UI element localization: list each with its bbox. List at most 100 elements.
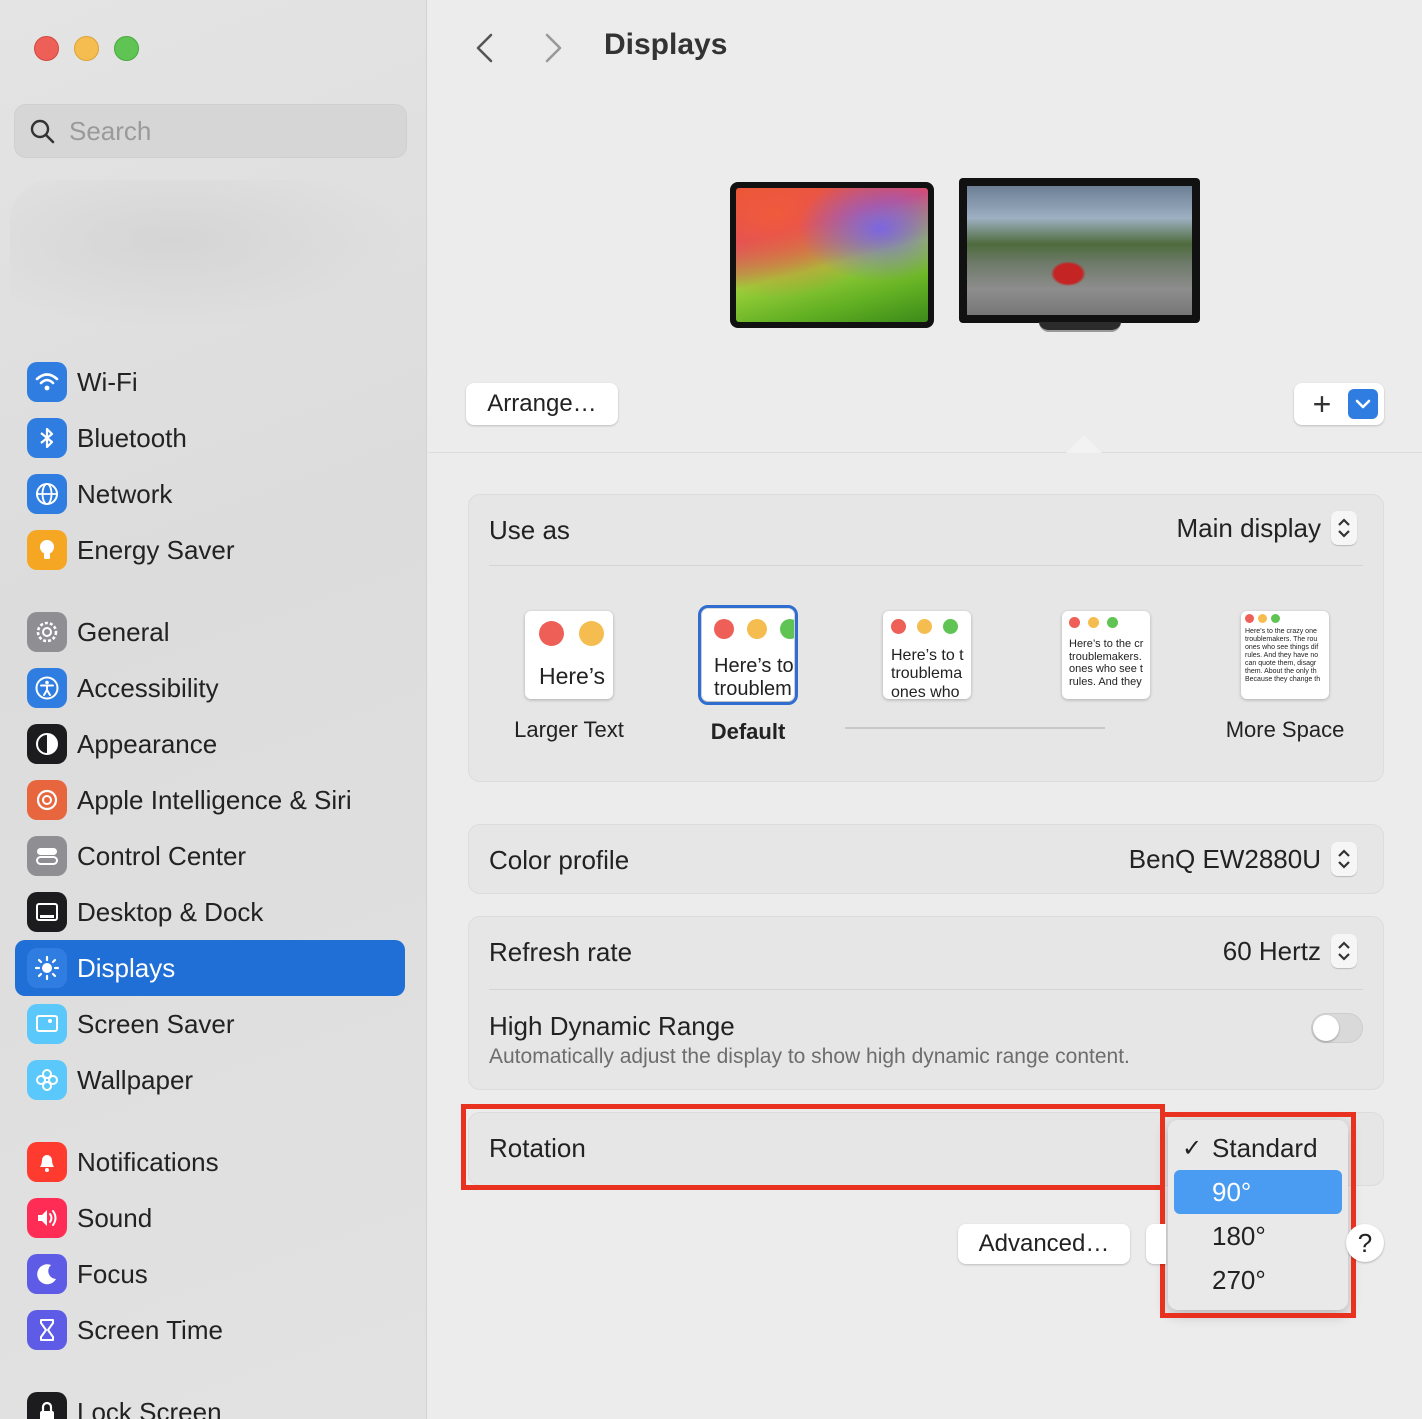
resolution-preview: Here’s to t troublema ones who bbox=[883, 611, 971, 699]
resolution-sample-text: Here’s to troublem bbox=[714, 655, 794, 700]
sidebar-item-control-center[interactable]: Control Center bbox=[15, 828, 405, 884]
sidebar-item-notifications[interactable]: Notifications bbox=[15, 1134, 405, 1190]
forward-button[interactable] bbox=[536, 30, 572, 66]
sidebar-item-label: Screen Saver bbox=[77, 1008, 235, 1039]
resolution-option[interactable]: Here’s to troublem Default bbox=[678, 605, 818, 745]
add-display-button[interactable]: + bbox=[1294, 383, 1384, 425]
wallpaper-preview bbox=[736, 188, 928, 322]
control-center-icon bbox=[27, 836, 67, 876]
sidebar-item-wi-fi[interactable]: Wi-Fi bbox=[15, 354, 405, 410]
sidebar-item-desktop-dock[interactable]: Desktop & Dock bbox=[15, 884, 405, 940]
sidebar: Wi-Fi Bluetooth Network Energy Saver General… bbox=[0, 0, 427, 1419]
hdr-label: High Dynamic Range bbox=[489, 1011, 735, 1041]
window-dot bbox=[917, 619, 932, 634]
window-dot bbox=[1258, 614, 1267, 623]
sidebar-item-accessibility[interactable]: Accessibility bbox=[15, 660, 405, 716]
monitor-stand bbox=[1039, 322, 1121, 332]
up-down-chevron-icon bbox=[1331, 511, 1357, 545]
sidebar-item-label: General bbox=[77, 616, 170, 647]
color-profile-card: Color profile BenQ EW2880U bbox=[468, 824, 1384, 894]
resolution-slider-track[interactable] bbox=[845, 727, 1105, 729]
appearance-icon bbox=[27, 724, 67, 764]
resolution-sample-text: Here’s to t troublema ones who bbox=[891, 647, 964, 699]
sidebar-item-lock-screen[interactable]: Lock Screen bbox=[15, 1384, 405, 1419]
resolution-preview: Here’s to the crazy one troublemakers. T… bbox=[1241, 611, 1329, 699]
sidebar-item-label: Energy Saver bbox=[77, 534, 235, 565]
sidebar-item-label: Focus bbox=[77, 1258, 148, 1289]
sidebar-item-label: Accessibility bbox=[77, 672, 219, 703]
sidebar-item-focus[interactable]: Focus bbox=[15, 1246, 405, 1302]
sidebar-item-label: Notifications bbox=[77, 1146, 219, 1177]
search-icon bbox=[30, 119, 55, 144]
sidebar-item-label: Network bbox=[77, 478, 173, 509]
annotation-highlight-rotation bbox=[461, 1104, 1165, 1190]
window-dot bbox=[747, 619, 767, 639]
globe-icon bbox=[27, 474, 67, 514]
window-dot bbox=[780, 619, 794, 639]
refresh-rate-card: Refresh rate 60 Hertz High Dynamic Range… bbox=[468, 916, 1384, 1090]
sidebar-item-label: Control Center bbox=[77, 840, 247, 871]
resolution-option[interactable]: Here’s to t troublema ones who bbox=[857, 611, 997, 743]
sidebar-item-sound[interactable]: Sound bbox=[15, 1190, 405, 1246]
window-controls bbox=[34, 36, 139, 61]
minimize-window-button[interactable] bbox=[74, 36, 99, 61]
back-button[interactable] bbox=[466, 30, 502, 66]
use-as-popup[interactable]: Main display bbox=[1176, 511, 1357, 545]
sidebar-item-screen-saver[interactable]: Screen Saver bbox=[15, 996, 405, 1052]
sidebar-item-label: Bluetooth bbox=[77, 422, 187, 453]
sidebar-item-label: Displays bbox=[77, 952, 176, 983]
resolution-sample-text: Here’s bbox=[539, 663, 606, 689]
up-down-chevron-icon bbox=[1331, 934, 1357, 968]
up-down-chevron-icon bbox=[1331, 842, 1357, 876]
toggle-knob bbox=[1313, 1015, 1339, 1041]
sidebar-item-label: Apple Intelligence & Siri bbox=[77, 784, 352, 815]
divider bbox=[489, 989, 1363, 990]
window-dot bbox=[714, 619, 734, 639]
night-shift-button[interactable] bbox=[1146, 1224, 1166, 1264]
moon-icon bbox=[27, 1254, 67, 1294]
external-display-thumbnail[interactable] bbox=[959, 178, 1200, 323]
resolution-option[interactable]: Here’s to the crazy one troublemakers. T… bbox=[1215, 611, 1355, 743]
color-profile-popup[interactable]: BenQ EW2880U bbox=[1129, 842, 1357, 876]
sidebar-item-energy-saver[interactable]: Energy Saver bbox=[15, 522, 405, 578]
close-window-button[interactable] bbox=[34, 36, 59, 61]
bell-icon bbox=[27, 1142, 67, 1182]
sidebar-item-displays[interactable]: Displays bbox=[15, 940, 405, 996]
sidebar-item-appearance[interactable]: Appearance bbox=[15, 716, 405, 772]
sidebar-item-label: Screen Time bbox=[77, 1314, 223, 1345]
hdr-toggle[interactable] bbox=[1311, 1013, 1363, 1043]
sidebar-item-screen-time[interactable]: Screen Time bbox=[15, 1302, 405, 1358]
color-profile-value: BenQ EW2880U bbox=[1128, 843, 1321, 874]
resolution-option[interactable]: Here’s to the cr troublemakers. ones who… bbox=[1036, 611, 1176, 743]
sidebar-item-bluetooth[interactable]: Bluetooth bbox=[15, 410, 405, 466]
bluetooth-icon bbox=[27, 418, 67, 458]
resolution-preview: Here’s to troublem bbox=[698, 605, 798, 705]
zoom-window-button[interactable] bbox=[114, 36, 139, 61]
refresh-rate-popup[interactable]: 60 Hertz bbox=[1223, 934, 1357, 968]
wallpaper-preview bbox=[967, 186, 1192, 315]
sidebar-item-wallpaper[interactable]: Wallpaper bbox=[15, 1052, 405, 1108]
sidebar-item-general[interactable]: General bbox=[15, 604, 405, 660]
resolution-option-label: More Space bbox=[1225, 717, 1345, 742]
hourglass-icon bbox=[27, 1310, 67, 1350]
toolbar: Displays bbox=[428, 0, 1422, 100]
window-dot bbox=[891, 619, 906, 634]
search-input[interactable] bbox=[69, 115, 389, 147]
siri-icon bbox=[27, 780, 67, 820]
sun-icon bbox=[27, 948, 67, 988]
builtin-display-thumbnail[interactable] bbox=[730, 182, 934, 328]
plus-icon: + bbox=[1312, 386, 1332, 422]
refresh-rate-value: 60 Hertz bbox=[1222, 935, 1321, 966]
sidebar-item-label: Sound bbox=[77, 1202, 153, 1233]
window-dot bbox=[1069, 617, 1080, 628]
sidebar-item-apple-intelligence-siri[interactable]: Apple Intelligence & Siri bbox=[15, 772, 405, 828]
resolution-option[interactable]: Here’s Larger Text bbox=[499, 611, 639, 743]
arrange-button[interactable]: Arrange… bbox=[466, 383, 618, 425]
help-button[interactable]: ? bbox=[1346, 1224, 1384, 1262]
sidebar-item-network[interactable]: Network bbox=[15, 466, 405, 522]
advanced-button[interactable]: Advanced… bbox=[958, 1224, 1130, 1264]
resolution-sample-text: Here’s to the cr troublemakers. ones who… bbox=[1069, 638, 1144, 688]
search-field[interactable] bbox=[14, 104, 407, 158]
annotation-highlight-menu bbox=[1160, 1112, 1356, 1318]
chevron-down-icon[interactable] bbox=[1348, 389, 1378, 419]
